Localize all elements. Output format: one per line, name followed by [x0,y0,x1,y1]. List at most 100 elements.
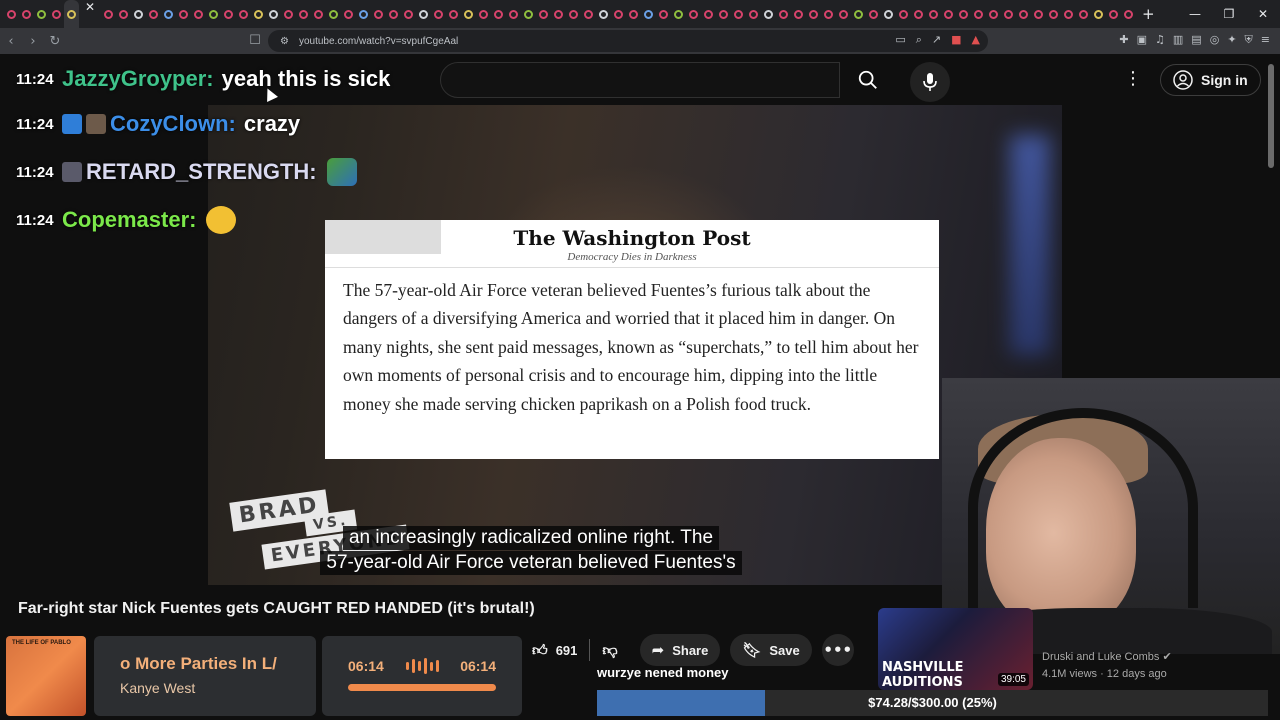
browser-tab[interactable] [4,0,19,28]
browser-tab[interactable] [806,0,821,28]
close-window-icon[interactable]: ✕ [1246,7,1280,21]
browser-tab[interactable] [236,0,251,28]
browser-tab[interactable] [1106,0,1121,28]
browser-tab[interactable] [671,0,686,28]
browser-tab[interactable] [281,0,296,28]
menu-icon[interactable]: ≡ [1261,33,1270,47]
back-icon[interactable]: ‹ [0,34,22,49]
browser-tab[interactable] [191,0,206,28]
browser-tab[interactable] [34,0,49,28]
voice-search-button[interactable] [910,62,950,102]
tab-search-icon[interactable]: ▣ [1137,33,1147,47]
dislike-button[interactable]: 👎︎ [590,641,629,660]
search-button[interactable] [840,62,896,98]
browser-tab[interactable] [416,0,431,28]
browser-tab[interactable] [131,0,146,28]
browser-tab[interactable] [776,0,791,28]
browser-tab[interactable] [1076,0,1091,28]
browser-tab[interactable] [911,0,926,28]
save-button[interactable]: 🔖︎ Save [730,634,812,666]
browser-tab[interactable] [161,0,176,28]
new-tab-icon[interactable]: + [1142,5,1155,23]
browser-tab[interactable] [476,0,491,28]
browser-tab[interactable] [64,0,79,28]
share-icon[interactable]: ↗ [932,33,941,47]
browser-tab[interactable] [731,0,746,28]
browser-tab[interactable] [821,0,836,28]
brave-icon[interactable]: ▲ [972,33,980,47]
browser-tab[interactable] [716,0,731,28]
browser-tab[interactable] [971,0,986,28]
browser-tab[interactable] [761,0,776,28]
browser-tab[interactable] [326,0,341,28]
browser-tab[interactable] [566,0,581,28]
vpn-icon[interactable]: ◎ [1210,33,1220,47]
browser-tab[interactable] [1031,0,1046,28]
music-icon[interactable]: ♫ [1155,33,1165,47]
browser-tab[interactable] [941,0,956,28]
browser-tab[interactable] [596,0,611,28]
browser-tab[interactable] [1121,0,1136,28]
forward-icon[interactable]: › [22,34,44,49]
extension-icon[interactable]: ■ [951,33,961,47]
browser-tab[interactable] [491,0,506,28]
reload-icon[interactable]: ↻ [44,34,66,49]
browser-tab[interactable] [581,0,596,28]
sidebar-icon[interactable]: ▥ [1173,33,1183,47]
browser-tab[interactable] [851,0,866,28]
browser-tab[interactable] [611,0,626,28]
browser-tab[interactable] [206,0,221,28]
browser-tab[interactable] [221,0,236,28]
recommended-video[interactable]: NASHVILLE AUDITIONS 39:05 Druski and Luk… [878,608,1268,690]
browser-tab[interactable] [836,0,851,28]
leo-icon[interactable]: ✦ [1227,33,1236,47]
browser-tab[interactable] [146,0,161,28]
browser-tab[interactable] [896,0,911,28]
browser-tab[interactable] [461,0,476,28]
browser-tab[interactable] [791,0,806,28]
browser-tab[interactable] [521,0,536,28]
browser-tab[interactable] [536,0,551,28]
browser-tab[interactable] [701,0,716,28]
settings-more-icon[interactable]: ⋮ [1124,68,1142,89]
browser-tab[interactable] [296,0,311,28]
close-tab-icon[interactable]: ✕ [79,0,101,28]
browser-tab[interactable] [116,0,131,28]
browser-tab[interactable] [19,0,34,28]
wallet-icon[interactable]: ▤ [1191,33,1201,47]
browser-tab[interactable] [626,0,641,28]
browser-tab[interactable] [686,0,701,28]
browser-tab[interactable] [1046,0,1061,28]
browser-tab[interactable] [506,0,521,28]
tab-list[interactable]: ✕ [4,0,1136,28]
cast-icon[interactable]: ▭ [895,33,905,47]
browser-tab[interactable] [341,0,356,28]
page-scrollbar[interactable] [1268,64,1274,168]
browser-tab[interactable] [986,0,1001,28]
browser-tab[interactable] [101,0,116,28]
browser-tab[interactable] [926,0,941,28]
browser-tab[interactable] [251,0,266,28]
browser-tab[interactable] [401,0,416,28]
browser-tab[interactable] [641,0,656,28]
recommended-channel[interactable]: Druski and Luke Combs ✔ [1042,650,1172,663]
shield-icon[interactable]: ⛨ [1245,33,1253,47]
browser-tab[interactable] [386,0,401,28]
browser-tab[interactable] [746,0,761,28]
browser-tab[interactable] [881,0,896,28]
zoom-icon[interactable]: ⌕ [916,33,922,47]
browser-tab[interactable] [431,0,446,28]
recommended-thumbnail[interactable]: NASHVILLE AUDITIONS 39:05 [878,608,1033,690]
share-button[interactable]: ➦ Share [639,634,721,666]
bookmark-icon[interactable]: ☐ [244,33,266,48]
puzzle-icon[interactable]: ✚ [1119,33,1128,47]
browser-tab[interactable] [1061,0,1076,28]
browser-tab[interactable] [356,0,371,28]
minimize-icon[interactable]: — [1178,7,1212,21]
browser-tab[interactable] [176,0,191,28]
browser-tab[interactable] [446,0,461,28]
search-input[interactable] [440,62,840,98]
browser-tab[interactable] [1016,0,1031,28]
browser-tab[interactable] [266,0,281,28]
address-bar[interactable]: ⚙ youtube.com/watch?v=svpufCgeAal ▭ ⌕ ↗ … [268,30,988,52]
